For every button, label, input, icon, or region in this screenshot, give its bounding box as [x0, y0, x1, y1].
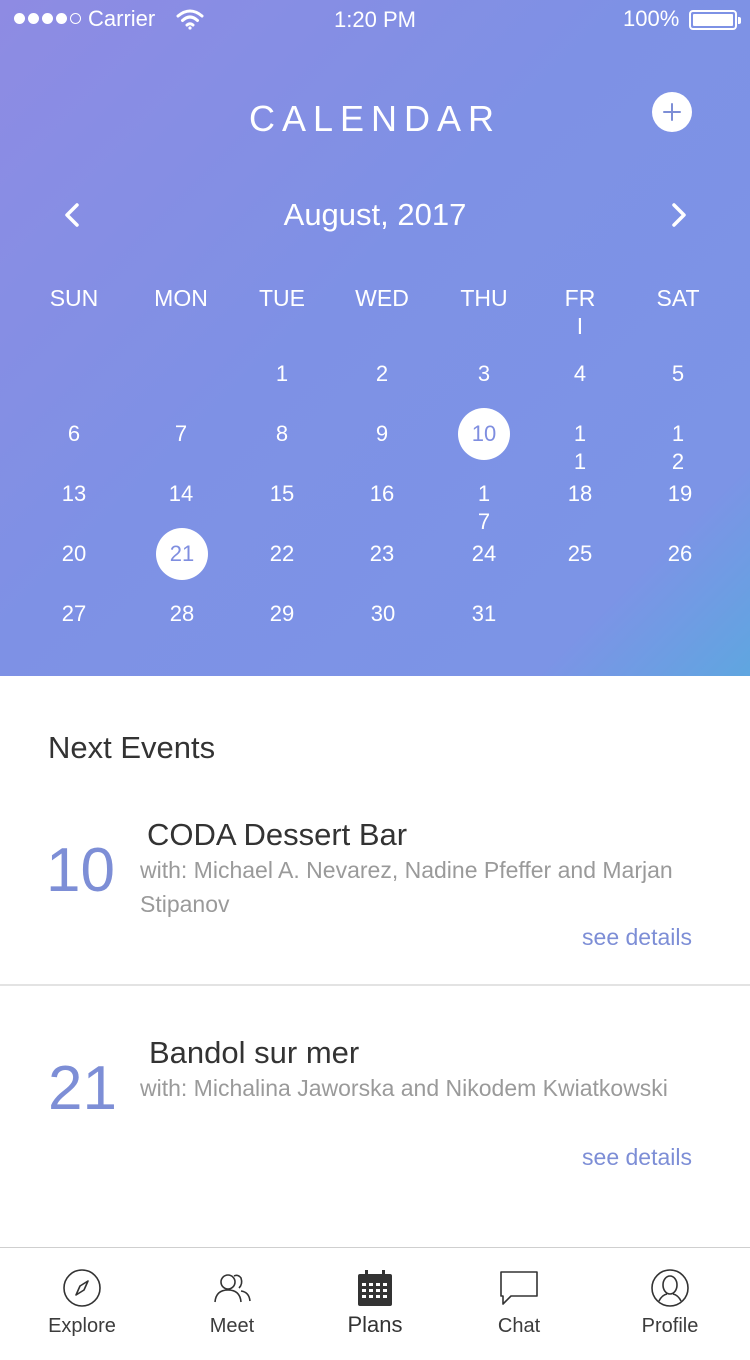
- calendar-day-grid: 1 2 3 4 5 6 7 8 9 10 11 12 13 14 15 16 1…: [0, 0, 750, 676]
- event-divider: [0, 984, 750, 986]
- calendar-day[interactable]: 13: [46, 480, 102, 508]
- see-details-link[interactable]: see details: [582, 924, 692, 951]
- tab-explore[interactable]: Explore: [22, 1248, 142, 1360]
- event-attendees: with: Michalina Jaworska and Nikodem Kwi…: [140, 1075, 668, 1101]
- calendar-day[interactable]: 6: [46, 420, 102, 448]
- tab-profile[interactable]: Profile: [610, 1248, 730, 1360]
- calendar-day-selected[interactable]: 21: [156, 528, 208, 580]
- calendar-day[interactable]: 7: [153, 420, 209, 448]
- calendar-day[interactable]: 27: [46, 600, 102, 628]
- calendar-day[interactable]: 8: [254, 420, 310, 448]
- calendar-day[interactable]: 3: [456, 360, 512, 388]
- calendar-icon: [358, 1270, 392, 1306]
- event-day-number: 21: [48, 1054, 117, 1123]
- compass-icon: [63, 1269, 101, 1307]
- calendar-day[interactable]: 4: [552, 360, 608, 388]
- tab-label: Chat: [497, 1315, 541, 1337]
- calendar-day-selected[interactable]: 10: [458, 408, 510, 460]
- calendar-day[interactable]: 29: [254, 600, 310, 628]
- calendar-day[interactable]: 12: [671, 420, 685, 476]
- event-title: Bandol sur mer: [149, 1035, 360, 1070]
- tab-label: Meet: [209, 1315, 255, 1337]
- calendar-day[interactable]: 24: [456, 540, 512, 568]
- tab-meet[interactable]: Meet: [172, 1248, 292, 1360]
- tab-bar: Explore Meet Plans Chat Profile: [0, 1247, 750, 1360]
- calendar-day[interactable]: 19: [652, 480, 708, 508]
- calendar-day[interactable]: 1: [254, 360, 310, 388]
- calendar-day[interactable]: 15: [254, 480, 310, 508]
- event-title: CODA Dessert Bar: [147, 817, 408, 852]
- calendar-day[interactable]: 20: [46, 540, 102, 568]
- event-attendees: with: Michael A. Nevarez, Nadine Pfeffer…: [140, 857, 673, 917]
- event-day-number: 10: [46, 836, 115, 905]
- calendar-day[interactable]: 25: [552, 540, 608, 568]
- calendar-day[interactable]: 26: [652, 540, 708, 568]
- calendar-day[interactable]: 17: [477, 480, 491, 536]
- tab-label: Profile: [641, 1315, 699, 1337]
- calendar-day[interactable]: 23: [354, 540, 410, 568]
- people-icon: [214, 1274, 251, 1303]
- calendar-day[interactable]: 30: [355, 600, 411, 628]
- calendar-day[interactable]: 11: [573, 420, 587, 476]
- calendar-header-panel: Carrier 1:20 PM 100% CALENDAR August, 20…: [0, 0, 750, 676]
- calendar-day[interactable]: 16: [354, 480, 410, 508]
- calendar-day[interactable]: 18: [552, 480, 608, 508]
- calendar-day[interactable]: 22: [254, 540, 310, 568]
- tab-label: Explore: [48, 1315, 116, 1337]
- calendar-day[interactable]: 28: [154, 600, 210, 628]
- see-details-link[interactable]: see details: [582, 1144, 692, 1171]
- next-events-heading: Next Events: [48, 730, 216, 765]
- tab-plans[interactable]: Plans: [315, 1248, 435, 1360]
- tab-label: Plans: [347, 1312, 403, 1337]
- calendar-day[interactable]: 14: [153, 480, 209, 508]
- calendar-day[interactable]: 9: [354, 420, 410, 448]
- calendar-day[interactable]: 5: [650, 360, 706, 388]
- calendar-day[interactable]: 2: [354, 360, 410, 388]
- chat-bubble-icon: [500, 1271, 538, 1305]
- calendar-day[interactable]: 31: [456, 600, 512, 628]
- tab-chat[interactable]: Chat: [459, 1248, 579, 1360]
- profile-icon: [651, 1269, 689, 1307]
